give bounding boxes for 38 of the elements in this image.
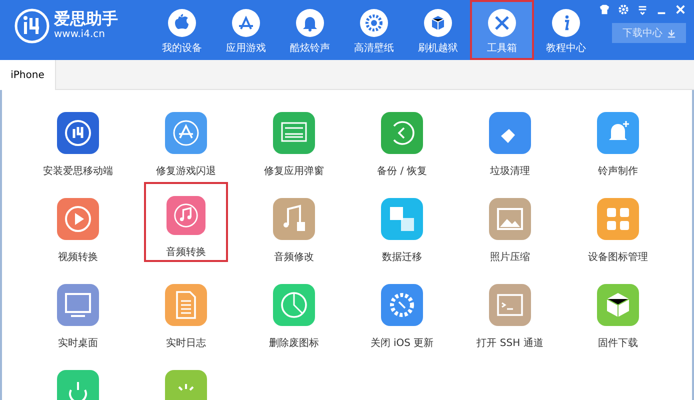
tool-item[interactable]: 音频修改 (254, 196, 334, 282)
apple-icon (167, 8, 197, 38)
tool-item[interactable]: 音频转换 (144, 182, 228, 262)
download-icon (666, 28, 676, 38)
tool-item[interactable]: 打开 SSH 通道 (470, 282, 550, 368)
tool-item[interactable]: 垃圾清理 (470, 110, 550, 196)
tool-item[interactable]: 照片压缩 (470, 196, 550, 282)
tool-item[interactable]: 删除废图标 (254, 282, 334, 368)
website-url: www.i4.cn (54, 28, 106, 42)
tool-item[interactable]: 设备图标管理 (578, 196, 658, 282)
box-icon (423, 8, 453, 38)
tool-item[interactable]: 数据迁移 (362, 196, 442, 282)
tool-item[interactable]: 安装爱思移动端 (38, 110, 118, 196)
tool-item[interactable]: 视频转换 (38, 196, 118, 282)
tool-item[interactable]: 关闭 iOS 更新 (362, 282, 442, 368)
nav-tab[interactable]: 刷机越狱 (406, 0, 470, 60)
nav-tab[interactable]: 高清壁纸 (342, 0, 406, 60)
nav-tab[interactable]: 应用游戏 (214, 0, 278, 60)
tool-item[interactable]: 修复应用弹窗 (254, 110, 334, 196)
tool-item[interactable]: 备份 / 恢复 (362, 110, 442, 196)
bell-icon (295, 8, 325, 38)
logo-icon (14, 8, 50, 44)
shirt-icon[interactable] (599, 4, 610, 15)
nav-tab[interactable]: 教程中心 (534, 0, 598, 60)
device-tab[interactable]: iPhone (0, 60, 56, 90)
flower-icon (359, 8, 389, 38)
info-icon (551, 8, 581, 38)
tool-item[interactable]: 铃声制作 (578, 110, 658, 196)
tool-item[interactable]: 固件下载 (578, 282, 658, 368)
logo-text: 爱思助手 (54, 10, 118, 28)
tool-item[interactable]: 实时日志 (146, 282, 226, 368)
nav-tab[interactable]: 我的设备 (150, 0, 214, 60)
tool-item[interactable]: 实时桌面 (38, 282, 118, 368)
settings-icon[interactable] (618, 4, 629, 15)
close-icon[interactable] (675, 4, 686, 15)
app-store-icon (231, 8, 261, 38)
menu-icon[interactable] (637, 4, 648, 15)
nav-tab[interactable]: 酷炫铃声 (278, 0, 342, 60)
